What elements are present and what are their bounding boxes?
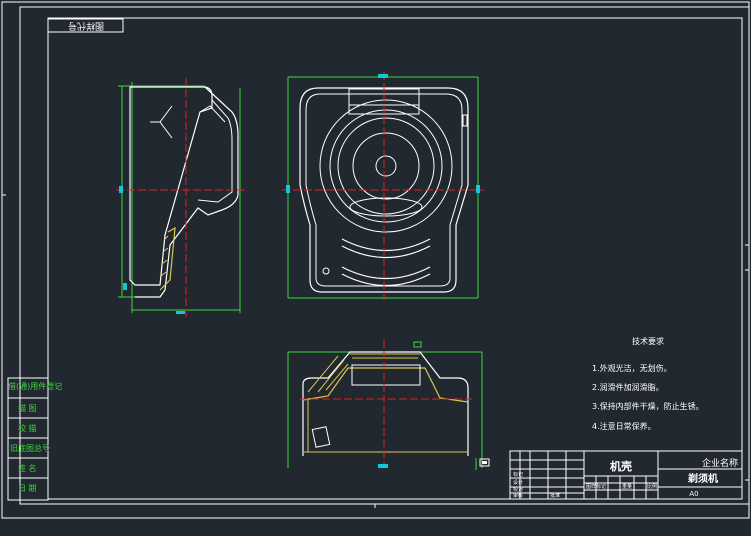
title-block: 标记 设计 校对 审核 批准 图样标记 重量 比例 机壳 企业名称 剃须机 A0 (509, 450, 743, 500)
title-row-design: 设计 (513, 479, 523, 486)
tech-title: 技术要求 (632, 336, 664, 346)
title-col-sample-mark: 图样标记 (586, 483, 606, 490)
register-label-date: 日 期 (18, 484, 37, 493)
section-view (287, 340, 490, 470)
tech-item-1: 1.外观光洁，无划伤。 (592, 363, 672, 373)
title-col-weight: 重量 (622, 483, 632, 490)
part-name: 机壳 (610, 459, 632, 473)
company-name: 企业名称 (702, 457, 738, 469)
register-label-trace: 描 图 (18, 404, 37, 413)
register-label-old-base: 旧底图总号 (10, 444, 50, 453)
tech-item-2: 2.润滑件加润滑脂。 (592, 382, 664, 392)
tech-item-3: 3.保持内部件干燥，防止生锈。 (592, 401, 704, 411)
drawing-svg: 图样代号 技术要求 1.外观光洁，无划伤。 2.润滑件加润滑脂。 3.保持内部件… (1, 1, 750, 519)
technical-requirements: 技术要求 1.外观光洁，无划伤。 2.润滑件加润滑脂。 3.保持内部件干燥，防止… (592, 336, 704, 431)
register-label-proof-trace: 校 描 (18, 424, 37, 433)
front-view (282, 72, 484, 300)
assembly-name: 剃须机 (687, 472, 718, 485)
title-row-mark: 标记 (513, 471, 523, 478)
side-view (116, 78, 248, 318)
title-row-approve: 批准 (550, 492, 560, 499)
cad-drawing-sheet: 图样代号 技术要求 1.外观光洁，无划伤。 2.润滑件加润滑脂。 3.保持内部件… (0, 0, 751, 536)
title-row-review: 审核 (513, 492, 523, 499)
register-label-borrowed: 借(通)用件登记 (8, 382, 63, 391)
side-view-dimensions (118, 82, 241, 313)
sheet-size: A0 (689, 490, 698, 498)
title-row-check: 校对 (513, 486, 523, 493)
register-column (7, 377, 49, 501)
register-label-signature: 签 名 (18, 464, 37, 473)
outer-frame (1, 1, 750, 519)
stamp-text: 图样代号 (68, 20, 104, 32)
title-col-scale: 比例 (647, 483, 657, 490)
tech-item-4: 4.注意日常保养。 (592, 421, 656, 431)
